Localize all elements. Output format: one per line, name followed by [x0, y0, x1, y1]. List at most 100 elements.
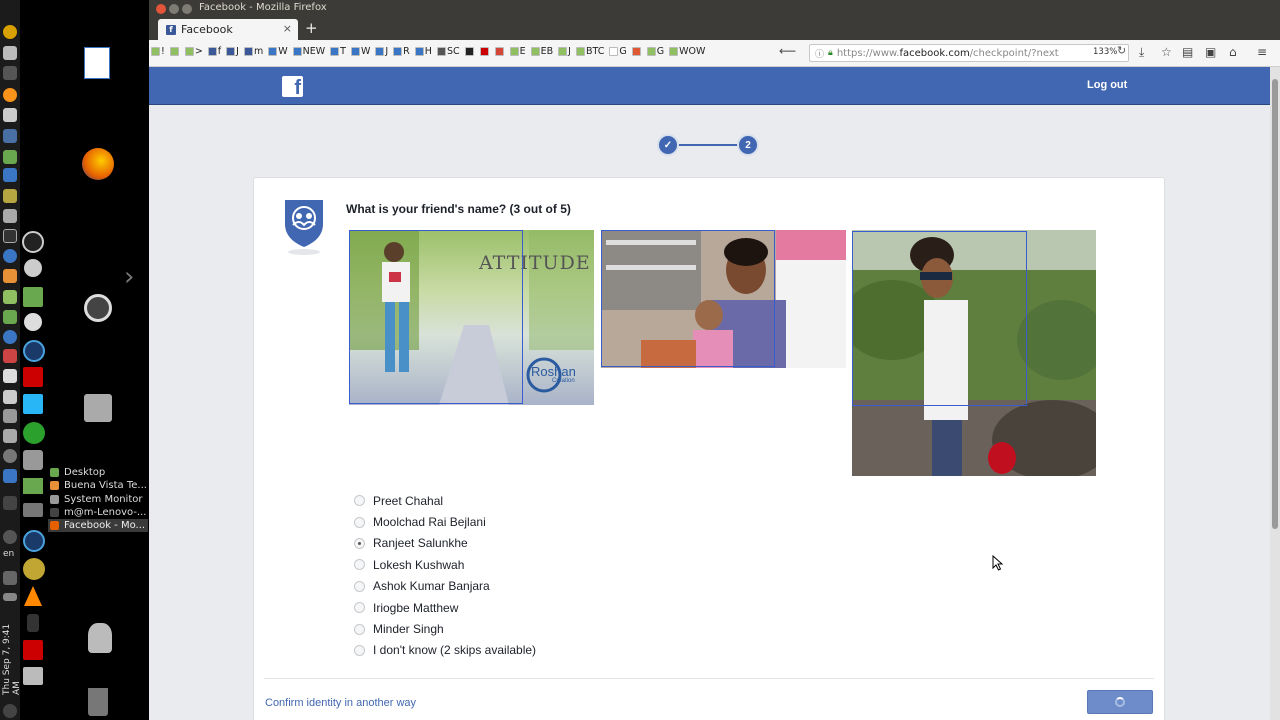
wifi-icon[interactable] — [3, 530, 17, 544]
menu-icon[interactable]: ≡ — [1257, 45, 1267, 59]
answer-option[interactable]: Moolchad Rai Bejlani — [354, 511, 536, 532]
answer-option[interactable]: Ranjeet Salunkhe — [354, 533, 536, 554]
bookmark-item[interactable]: m — [243, 46, 263, 57]
url-bar[interactable]: ⓘ 🔒︎ https://www.facebook.com/checkpoint… — [809, 44, 1129, 62]
page-scrollbar[interactable] — [1270, 67, 1280, 720]
radio-button[interactable] — [354, 516, 365, 528]
battery-icon[interactable] — [3, 593, 17, 601]
answer-option[interactable]: I don't know (2 skips available) — [354, 640, 536, 661]
vlc-icon[interactable] — [24, 586, 42, 606]
bookmark-item[interactable]: SC — [436, 46, 460, 57]
bookmark-item[interactable] — [631, 47, 642, 56]
answer-option[interactable]: Lokesh Kushwah — [354, 554, 536, 575]
atom-icon[interactable] — [23, 340, 45, 362]
bookmark-item[interactable]: T — [330, 46, 346, 57]
radio-button[interactable] — [354, 623, 365, 635]
bookmark-item[interactable]: J — [226, 46, 239, 57]
disk-icon[interactable] — [3, 209, 17, 223]
bookmark-item[interactable]: J — [375, 46, 388, 57]
puzzle-icon[interactable] — [3, 310, 17, 324]
bookmark-item[interactable] — [169, 47, 180, 56]
edit-icon[interactable] — [3, 108, 17, 122]
camera-icon[interactable] — [3, 449, 17, 463]
folder-icon[interactable] — [23, 287, 43, 307]
answer-option[interactable]: Preet Chahal — [354, 490, 536, 511]
bookmark-item[interactable] — [464, 47, 475, 56]
firefox-icon[interactable] — [82, 148, 114, 180]
volume-icon[interactable] — [3, 571, 17, 585]
spreadsheet-icon[interactable] — [3, 150, 17, 164]
calculator-icon[interactable] — [3, 129, 17, 143]
bookmark-item[interactable]: ! — [151, 46, 165, 57]
screen-icon[interactable] — [3, 469, 17, 483]
answer-option[interactable]: Ashok Kumar Banjara — [354, 576, 536, 597]
window-list-item[interactable]: Buena Vista Te... — [48, 479, 148, 492]
network-icon[interactable] — [3, 496, 17, 510]
scrollbar-thumb[interactable] — [1272, 79, 1278, 529]
zoom-level[interactable]: 133% — [1093, 47, 1117, 57]
info-icon[interactable]: ⓘ — [815, 47, 824, 60]
bookmark-item[interactable]: WOW — [669, 46, 705, 57]
bag-icon[interactable] — [3, 349, 17, 363]
chrome-icon[interactable] — [3, 330, 17, 344]
continue-button[interactable] — [1087, 690, 1153, 714]
keyboard-language[interactable]: en — [3, 549, 14, 559]
new-tab-button[interactable]: + — [305, 19, 318, 37]
filezilla-icon[interactable] — [23, 640, 43, 660]
radio-button[interactable] — [354, 602, 365, 614]
bookmark-item[interactable]: W — [350, 46, 370, 57]
screenshot-icon[interactable] — [23, 667, 43, 685]
folder-icon[interactable] — [3, 290, 17, 304]
bookmark-item[interactable]: BTC — [575, 46, 604, 57]
webcam-icon[interactable] — [24, 313, 42, 331]
minimize-window-button[interactable] — [169, 4, 179, 14]
ubuntu-icon[interactable] — [84, 294, 112, 322]
warning-icon[interactable] — [3, 269, 17, 283]
archive-icon[interactable] — [84, 394, 112, 422]
window-list-item[interactable]: Facebook - Mo... — [48, 519, 148, 533]
radio-button[interactable] — [354, 537, 365, 549]
chevron-right-icon[interactable]: › — [124, 262, 134, 292]
coin-icon[interactable] — [3, 25, 17, 39]
window-list-item[interactable]: System Monitor — [48, 493, 148, 506]
download-icon[interactable]: ⤓ — [1139, 45, 1144, 60]
bookmark-item[interactable]: f — [207, 46, 221, 57]
reload-icon[interactable]: ↻ — [1117, 44, 1126, 57]
bookmark-item[interactable] — [494, 47, 505, 56]
maximize-window-button[interactable] — [182, 4, 192, 14]
folder-icon[interactable] — [3, 189, 17, 203]
power-icon[interactable] — [3, 704, 17, 718]
usb-icon[interactable] — [3, 390, 17, 404]
hanger-icon[interactable] — [23, 478, 43, 494]
radio-button[interactable] — [354, 495, 365, 507]
bookmark-star-icon[interactable]: ☆ — [1161, 45, 1172, 59]
drive-icon[interactable] — [23, 503, 43, 517]
bookmark-item[interactable]: H — [414, 46, 432, 57]
window-list-item[interactable]: m@m-Lenovo-... — [48, 506, 148, 519]
bookmark-item[interactable]: R — [393, 46, 410, 57]
bookmark-item[interactable]: NEW — [292, 46, 325, 57]
close-window-button[interactable] — [156, 4, 166, 14]
facebook-logo-icon[interactable]: f — [282, 76, 303, 97]
telegram-icon[interactable] — [23, 422, 45, 444]
filezilla-icon[interactable] — [23, 367, 43, 387]
back-button[interactable]: ⟵ — [779, 44, 796, 58]
close-tab-icon[interactable]: × — [283, 22, 292, 35]
bookmark-item[interactable]: J — [558, 46, 571, 57]
radio-button[interactable] — [354, 644, 365, 656]
atom-icon[interactable] — [23, 530, 45, 552]
confirm-identity-another-way-link[interactable]: Confirm identity in another way — [265, 697, 416, 709]
bookmark-item[interactable]: > — [184, 46, 203, 57]
drive-icon[interactable] — [3, 429, 17, 443]
ball-icon[interactable] — [24, 259, 42, 277]
obs-icon[interactable] — [22, 231, 44, 253]
radio-button[interactable] — [354, 580, 365, 592]
logout-button[interactable]: Log out — [1087, 79, 1127, 91]
camera-icon[interactable] — [23, 450, 43, 470]
bookmark-item[interactable]: W — [268, 46, 288, 57]
network-icon[interactable] — [3, 249, 17, 263]
window-list-item[interactable]: Desktop — [48, 466, 148, 479]
trash-icon[interactable] — [88, 688, 108, 716]
app-icon[interactable] — [23, 394, 43, 414]
eject-icon[interactable] — [3, 66, 17, 80]
